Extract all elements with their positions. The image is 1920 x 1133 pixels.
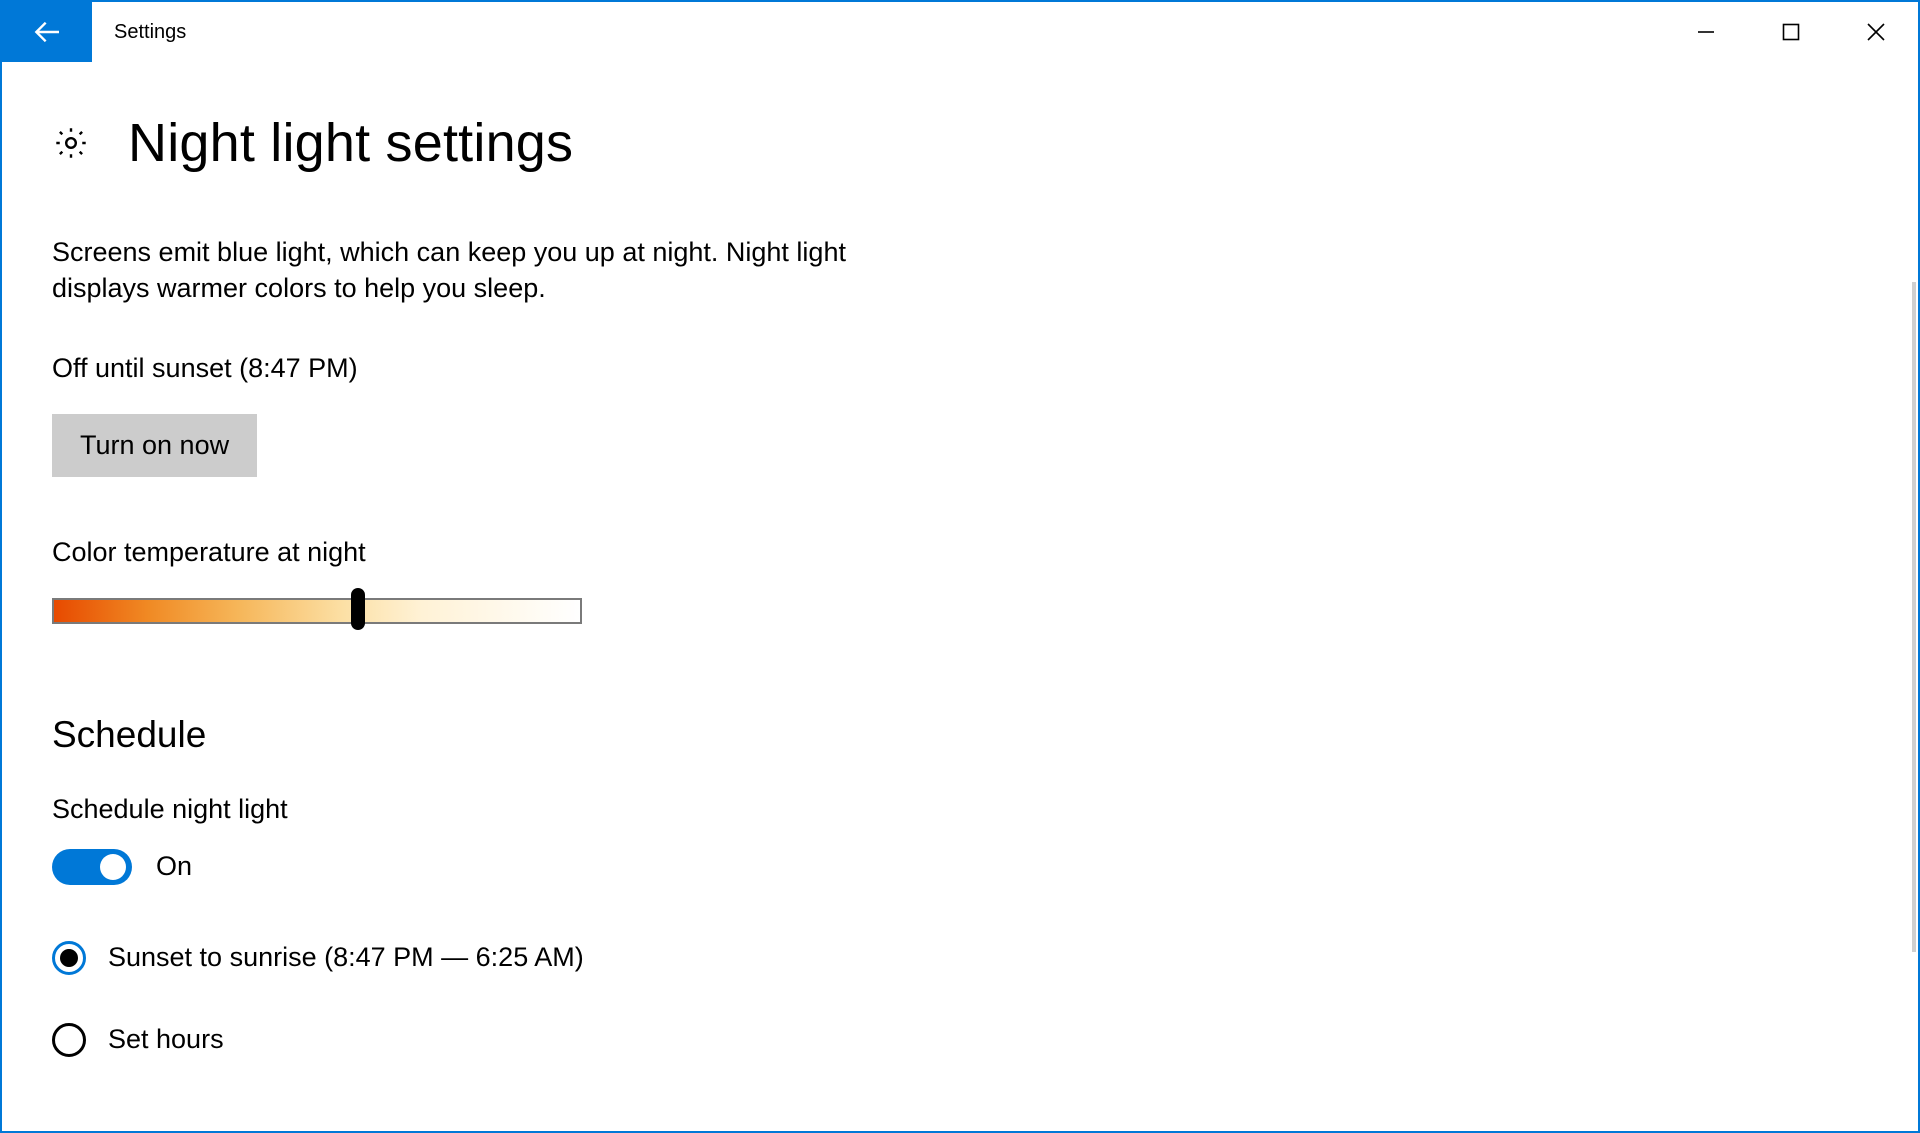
page-title: Night light settings (128, 112, 573, 174)
content-area: Night light settings Screens emit blue l… (2, 62, 1918, 1131)
title-drag-area[interactable] (186, 2, 1663, 62)
back-button[interactable] (2, 2, 92, 62)
arrow-left-icon (31, 16, 63, 48)
schedule-toggle[interactable] (52, 849, 132, 885)
window-controls (1663, 2, 1918, 62)
schedule-toggle-label: Schedule night light (52, 794, 1868, 825)
window-title: Settings (92, 2, 186, 62)
toggle-knob (100, 854, 126, 880)
radio-button-icon (52, 1023, 86, 1057)
schedule-toggle-row: On (52, 849, 1868, 885)
radio-set-hours[interactable]: Set hours (52, 1023, 1868, 1057)
gear-icon (52, 124, 90, 162)
radio-label: Set hours (108, 1024, 224, 1055)
minimize-button[interactable] (1663, 2, 1748, 62)
minimize-icon (1697, 23, 1715, 41)
schedule-heading: Schedule (52, 714, 1868, 756)
maximize-icon (1782, 23, 1800, 41)
page-header: Night light settings (52, 112, 1868, 174)
radio-button-icon (52, 941, 86, 975)
title-bar: Settings (2, 2, 1918, 62)
night-light-status: Off until sunset (8:47 PM) (52, 353, 1868, 384)
radio-sunset-to-sunrise[interactable]: Sunset to sunrise (8:47 PM — 6:25 AM) (52, 941, 1868, 975)
turn-on-now-button[interactable]: Turn on now (52, 414, 257, 477)
scrollbar[interactable] (1912, 282, 1916, 952)
color-temperature-slider[interactable] (52, 598, 582, 624)
radio-label: Sunset to sunrise (8:47 PM — 6:25 AM) (108, 942, 584, 973)
color-temperature-label: Color temperature at night (52, 537, 1868, 568)
page-description: Screens emit blue light, which can keep … (52, 234, 912, 307)
maximize-button[interactable] (1748, 2, 1833, 62)
slider-thumb[interactable] (351, 588, 365, 630)
settings-window: Settings (0, 0, 1920, 1133)
close-icon (1866, 22, 1886, 42)
schedule-toggle-state: On (156, 851, 192, 882)
close-button[interactable] (1833, 2, 1918, 62)
slider-track (52, 598, 582, 624)
